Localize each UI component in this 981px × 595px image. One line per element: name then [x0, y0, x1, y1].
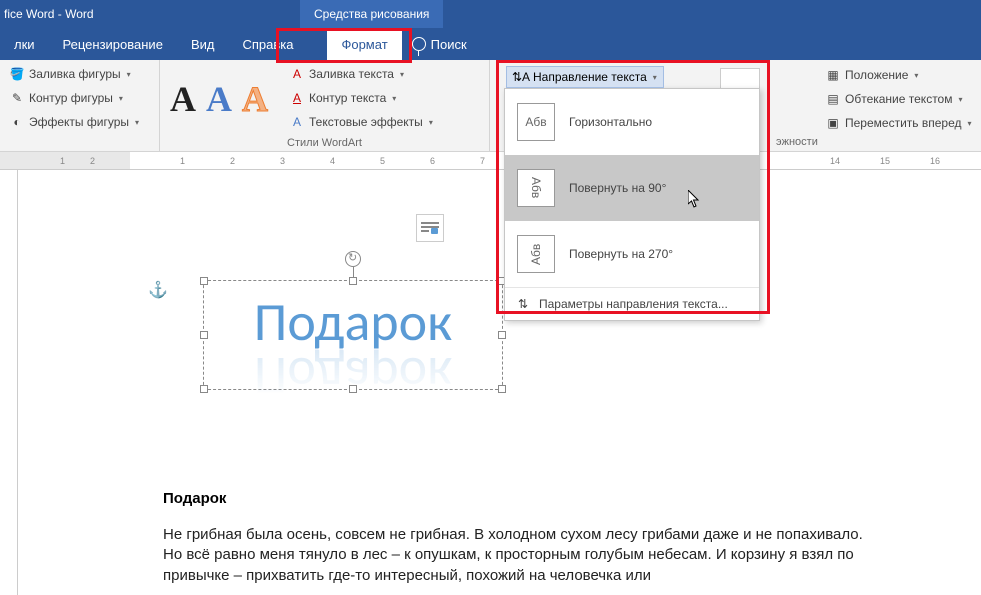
text-fill-button[interactable]: AЗаливка текста▾ [286, 63, 436, 85]
search-label: Поиск [431, 37, 467, 52]
chevron-down-icon: ▾ [400, 70, 404, 79]
wordart-style-1[interactable]: А [170, 78, 196, 120]
rotate-handle[interactable] [345, 251, 361, 267]
anchor-icon[interactable]: ⚓ [148, 280, 168, 300]
wrap-text-button[interactable]: ▤Обтекание текстом▾ [822, 88, 975, 110]
wordart-style-3[interactable]: А [242, 78, 268, 120]
chevron-down-icon: ▾ [958, 95, 962, 104]
chevron-down-icon: ▾ [119, 94, 123, 103]
vertical-ruler[interactable] [0, 170, 18, 595]
menu-item-horizontal[interactable]: Абв Горизонтально [505, 89, 759, 155]
text-direction-button[interactable]: ⇅A Направление текста ▾ [506, 66, 664, 88]
wordart-gallery[interactable]: А А А [166, 63, 272, 135]
text-outline-icon: A [289, 90, 305, 106]
chevron-down-icon: ▾ [127, 70, 131, 79]
text-effects-button[interactable]: AТекстовые эффекты▾ [286, 111, 436, 133]
chevron-down-icon: ▾ [914, 71, 918, 80]
resize-handle-mr[interactable] [498, 331, 506, 339]
tab-format[interactable]: Формат [327, 28, 401, 60]
position-icon: ▦ [825, 67, 841, 83]
menu-item-rotate-90[interactable]: Абв Повернуть на 90° [505, 155, 759, 221]
chevron-down-icon: ▾ [653, 73, 657, 82]
page: ⚓ Подарок Подарок Подарок Не грибная был… [38, 190, 918, 595]
chevron-down-icon: ▾ [967, 119, 971, 128]
document-body[interactable]: Подарок Не грибная была осень, совсем не… [163, 490, 883, 586]
shape-fill-button[interactable]: 🪣Заливка фигуры▾ [6, 63, 142, 85]
menu-item-text-direction-options[interactable]: ⇅ Параметры направления текста... [505, 287, 759, 320]
chevron-down-icon: ▾ [392, 94, 396, 103]
chevron-down-icon: ▾ [429, 118, 433, 127]
text-direction-icon: ⇅A [513, 69, 529, 85]
resize-handle-tm[interactable] [349, 277, 357, 285]
horizontal-ruler[interactable]: 2 1 1 2 3 4 5 6 7 14 15 16 [0, 152, 981, 170]
resize-handle-bm[interactable] [349, 385, 357, 393]
tab-review[interactable]: Рецензирование [49, 28, 177, 60]
ribbon-tabs: лки Рецензирование Вид Справка Формат По… [0, 28, 981, 60]
ribbon-group-wordart-styles: А А А AЗаливка текста▾ AКонтур текста▾ A… [160, 60, 490, 151]
sample-rotate90-icon: Абв [517, 169, 555, 207]
resize-handle-br[interactable] [498, 385, 506, 393]
text-effects-icon: A [289, 114, 305, 130]
layout-options-button[interactable] [416, 214, 444, 242]
sample-horizontal-icon: Абв [517, 103, 555, 141]
text-fill-icon: A [289, 66, 305, 82]
wordart-reflection: Подарок [204, 343, 502, 409]
resize-handle-bl[interactable] [200, 385, 208, 393]
text-direction-menu: Абв Горизонтально Абв Повернуть на 90° А… [504, 88, 760, 321]
doc-paragraph[interactable]: Не грибная была осень, совсем не грибная… [163, 525, 883, 586]
context-tab-drawing-tools[interactable]: Средства рисования [300, 0, 443, 28]
lightbulb-icon [412, 37, 426, 51]
effects-icon: ◐ [9, 114, 25, 130]
resize-handle-ml[interactable] [200, 331, 208, 339]
doc-heading[interactable]: Подарок [163, 490, 883, 507]
chevron-down-icon: ▾ [135, 118, 139, 127]
text-direction-options-icon: ⇅ [515, 296, 531, 312]
sample-rotate270-icon: Абв [517, 235, 555, 273]
document-area: ⚓ Подарок Подарок Подарок Не грибная был… [18, 170, 981, 595]
wordart-selection-box[interactable]: Подарок Подарок [203, 280, 503, 390]
ribbon-group-arrange: ▦Положение▾ ▤Обтекание текстом▾ ▣Перемес… [816, 60, 981, 152]
wordart-style-2[interactable]: А [206, 78, 232, 120]
shape-effects-button[interactable]: ◐Эффекты фигуры▾ [6, 111, 142, 133]
tell-me-search[interactable]: Поиск [402, 37, 477, 52]
resize-handle-tl[interactable] [200, 277, 208, 285]
ribbon-group-shape-styles: 🪣Заливка фигуры▾ ✎Контур фигуры▾ ◐Эффект… [0, 60, 160, 151]
shape-outline-button[interactable]: ✎Контур фигуры▾ [6, 87, 142, 109]
text-outline-button[interactable]: AКонтур текста▾ [286, 87, 436, 109]
title-bar: fice Word - Word Средства рисования [0, 0, 981, 28]
bring-forward-button[interactable]: ▣Переместить вперед▾ [822, 112, 975, 134]
group-label-wordart: Стили WordArt [166, 135, 483, 151]
menu-item-rotate-270[interactable]: Абв Повернуть на 270° [505, 221, 759, 287]
pencil-icon: ✎ [9, 90, 25, 106]
tab-help[interactable]: Справка [228, 28, 307, 60]
window-title: fice Word - Word [0, 7, 94, 21]
partial-group-label: эжности [776, 136, 818, 148]
paint-bucket-icon: 🪣 [9, 66, 25, 82]
bring-forward-icon: ▣ [825, 115, 841, 131]
tab-view[interactable]: Вид [177, 28, 229, 60]
wrap-icon: ▤ [825, 91, 841, 107]
position-button[interactable]: ▦Положение▾ [822, 64, 975, 86]
tab-partial[interactable]: лки [0, 28, 49, 60]
